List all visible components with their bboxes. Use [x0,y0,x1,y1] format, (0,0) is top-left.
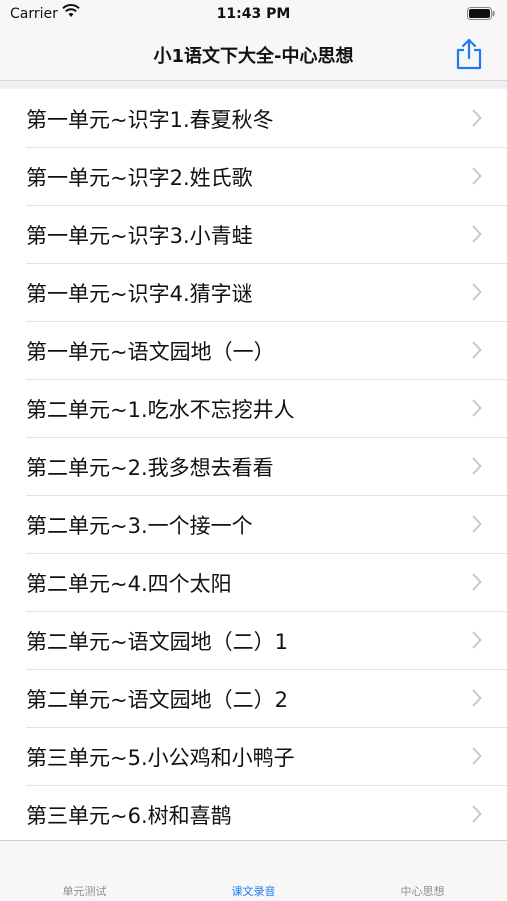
list-item-label: 第三单元~5.小公鸡和小鸭子 [26,746,295,770]
tab-1[interactable]: 课文录音 [169,841,338,901]
chevron-right-icon [472,341,482,359]
chevron-right-icon [472,689,482,707]
chevron-right-icon [472,805,482,823]
list-item[interactable]: 第一单元~识字2.姓氏歌 [0,147,507,206]
tab-label: 中心思想 [400,885,445,898]
lesson-list: 第一单元~识字1.春夏秋冬 第一单元~识字2.姓氏歌 第一单元~识字3.小青蛙 第一单… [0,89,507,839]
list-item[interactable]: 第二单元~语文园地（二）1 [0,611,507,670]
tab-label: 课文录音 [231,885,276,898]
tab-label: 单元测试 [62,885,107,898]
share-icon[interactable] [453,37,485,71]
list-item[interactable]: 第一单元~识字1.春夏秋冬 [0,89,507,148]
list-item-label: 第一单元~识字2.姓氏歌 [26,166,253,190]
page-title: 小1语文下大全-中心思想 [153,46,354,67]
navigation-bar: 小1语文下大全-中心思想 [0,30,507,81]
list-item-label: 第一单元~识字4.猜字谜 [26,282,253,306]
chevron-right-icon [472,283,482,301]
list-item-label: 第二单元~2.我多想去看看 [26,456,274,480]
list-item-label: 第一单元~识字1.春夏秋冬 [26,108,274,132]
chevron-right-icon [472,225,482,243]
list-item-label: 第二单元~语文园地（二）2 [26,688,288,712]
list-item[interactable]: 第一单元~识字4.猜字谜 [0,263,507,322]
list-item[interactable]: 第二单元~2.我多想去看看 [0,437,507,496]
chevron-right-icon [472,457,482,475]
list-item[interactable]: 第二单元~1.吃水不忘挖井人 [0,379,507,438]
list-item-label: 第一单元~识字3.小青蛙 [26,224,253,248]
tab-2[interactable]: 中心思想 [338,841,507,901]
tab-0[interactable]: 单元测试 [0,841,169,901]
list-item-label: 第二单元~1.吃水不忘挖井人 [26,398,295,422]
list-item-label: 第二单元~语文园地（二）1 [26,630,288,654]
tab-bar: 单元测试 课文录音 中心思想 [0,840,507,901]
chevron-right-icon [472,573,482,591]
section-spacer [0,81,507,89]
chevron-right-icon [472,399,482,417]
list-item[interactable]: 第三单元~5.小公鸡和小鸭子 [0,727,507,786]
list-item[interactable]: 第二单元~4.四个太阳 [0,553,507,612]
list-item-label: 第一单元~语文园地（一） [26,340,275,364]
chevron-right-icon [472,167,482,185]
list-item[interactable]: 第三单元~6.树和喜鹊 [0,785,507,839]
chevron-right-icon [472,515,482,533]
chevron-right-icon [472,631,482,649]
list-item[interactable]: 第一单元~语文园地（一） [0,321,507,380]
battery-icon [467,7,495,20]
chevron-right-icon [472,747,482,765]
chevron-right-icon [472,109,482,127]
list-item-label: 第二单元~4.四个太阳 [26,572,232,596]
list-item-label: 第三单元~6.树和喜鹊 [26,804,232,828]
list-item[interactable]: 第二单元~语文园地（二）2 [0,669,507,728]
list-item[interactable]: 第一单元~识字3.小青蛙 [0,205,507,264]
status-bar: Carrier 11:43 PM [0,0,507,30]
list-item[interactable]: 第二单元~3.一个接一个 [0,495,507,554]
list-item-label: 第二单元~3.一个接一个 [26,514,253,538]
status-time: 11:43 PM [216,6,291,22]
